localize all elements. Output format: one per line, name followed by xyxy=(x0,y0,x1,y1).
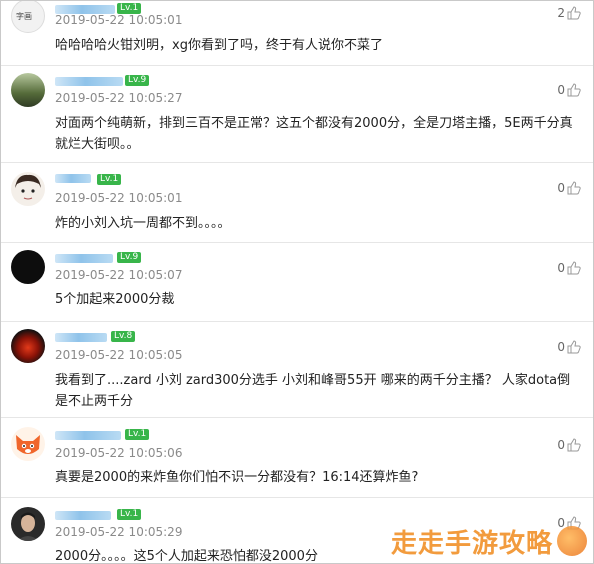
cartoon-face-avatar-icon[interactable] xyxy=(11,172,45,206)
level-badge: Lv.1 xyxy=(125,429,150,440)
like-button[interactable]: 0 xyxy=(557,339,581,355)
watermark: 走走手游攻略 xyxy=(391,521,587,561)
like-count: 2 xyxy=(557,6,565,20)
watermark-logo-icon xyxy=(557,526,587,556)
comment-timestamp: 2019-05-22 10:05:05 xyxy=(55,348,183,362)
comment-text: 炸的小刘入坑一周都不到。。。。 xyxy=(55,216,231,231)
man-portrait-avatar-icon[interactable] xyxy=(11,507,45,541)
like-button[interactable]: 2 xyxy=(557,5,581,21)
calligraphy-avatar-icon[interactable]: 字画 xyxy=(11,1,45,33)
comment-timestamp: 2019-05-22 10:05:01 xyxy=(55,13,183,27)
level-badge: Lv.9 xyxy=(125,75,150,86)
level-badge: Lv.8 xyxy=(111,331,136,342)
comment-timestamp: 2019-05-22 10:05:29 xyxy=(55,525,183,539)
comment-text: 真要是2000的来炸鱼你们怕不识一分都没有？16:14还算炸鱼? xyxy=(55,470,419,485)
comment-item: Lv.9 2019-05-22 10:05:27 对面两个纯萌新，排到三百不是正… xyxy=(1,65,593,163)
red-orb-avatar-icon[interactable] xyxy=(11,329,45,363)
comment-item: Lv.9 2019-05-22 10:05:07 5个加起来2000分裁 0 xyxy=(1,242,593,322)
comment-timestamp: 2019-05-22 10:05:27 xyxy=(55,91,183,105)
like-button[interactable]: 0 xyxy=(557,82,581,98)
thumbs-up-icon xyxy=(567,83,581,97)
level-badge: Lv.1 xyxy=(97,174,122,185)
comment-text: 我看到了....zard 小刘 zard300分选手 小刘和峰哥55开 哪来的两… xyxy=(55,373,571,409)
svg-text:字画: 字画 xyxy=(16,11,32,21)
comment-text: 5个加起来2000分裁 xyxy=(55,292,175,307)
username[interactable] xyxy=(55,174,91,183)
like-button[interactable]: 0 xyxy=(557,260,581,276)
thumbs-up-icon xyxy=(567,438,581,452)
comment-item: Lv.8 2019-05-22 10:05:05 我看到了....zard 小刘… xyxy=(1,321,593,418)
comment-list: 字画 Lv.1 2019-05-22 10:05:01 哈哈哈哈火钳刘明，xg你… xyxy=(0,0,594,564)
comment-item: Lv.1 2019-05-22 10:05:01 炸的小刘入坑一周都不到。。。。… xyxy=(1,162,593,243)
thumbs-up-icon xyxy=(567,340,581,354)
like-count: 0 xyxy=(557,181,565,195)
landscape-avatar-icon[interactable] xyxy=(11,73,45,107)
like-button[interactable]: 0 xyxy=(557,437,581,453)
like-count: 0 xyxy=(557,438,565,452)
username[interactable] xyxy=(55,333,107,342)
username[interactable] xyxy=(55,254,113,263)
like-count: 0 xyxy=(557,83,565,97)
thumbs-up-icon xyxy=(567,6,581,20)
username[interactable] xyxy=(55,511,111,520)
comment-timestamp: 2019-05-22 10:05:01 xyxy=(55,191,183,205)
username[interactable] xyxy=(55,77,123,86)
comment-item: Lv.1 2019-05-22 10:05:06 真要是2000的来炸鱼你们怕不… xyxy=(1,417,593,498)
watermark-text: 走走手游攻略 xyxy=(390,528,553,559)
level-badge: Lv.1 xyxy=(117,509,142,520)
like-count: 0 xyxy=(557,340,565,354)
thumbs-up-icon xyxy=(567,181,581,195)
comment-text: 哈哈哈哈火钳刘明，xg你看到了吗，终于有人说你不菜了 xyxy=(55,38,383,53)
thumbs-up-icon xyxy=(567,261,581,275)
dark-avatar-icon[interactable] xyxy=(11,250,45,284)
comment-timestamp: 2019-05-22 10:05:06 xyxy=(55,446,183,460)
comment-timestamp: 2019-05-22 10:05:07 xyxy=(55,268,183,282)
comment-text: 对面两个纯萌新，排到三百不是正常？这五个都没有2000分，全是刀塔主播，5E两千… xyxy=(55,116,573,152)
comment-item: 字画 Lv.1 2019-05-22 10:05:01 哈哈哈哈火钳刘明，xg你… xyxy=(1,1,593,66)
like-button[interactable]: 0 xyxy=(557,180,581,196)
like-count: 0 xyxy=(557,261,565,275)
level-badge: Lv.9 xyxy=(117,252,142,263)
fox-cartoon-avatar-icon[interactable] xyxy=(11,427,45,461)
username[interactable] xyxy=(55,431,121,440)
